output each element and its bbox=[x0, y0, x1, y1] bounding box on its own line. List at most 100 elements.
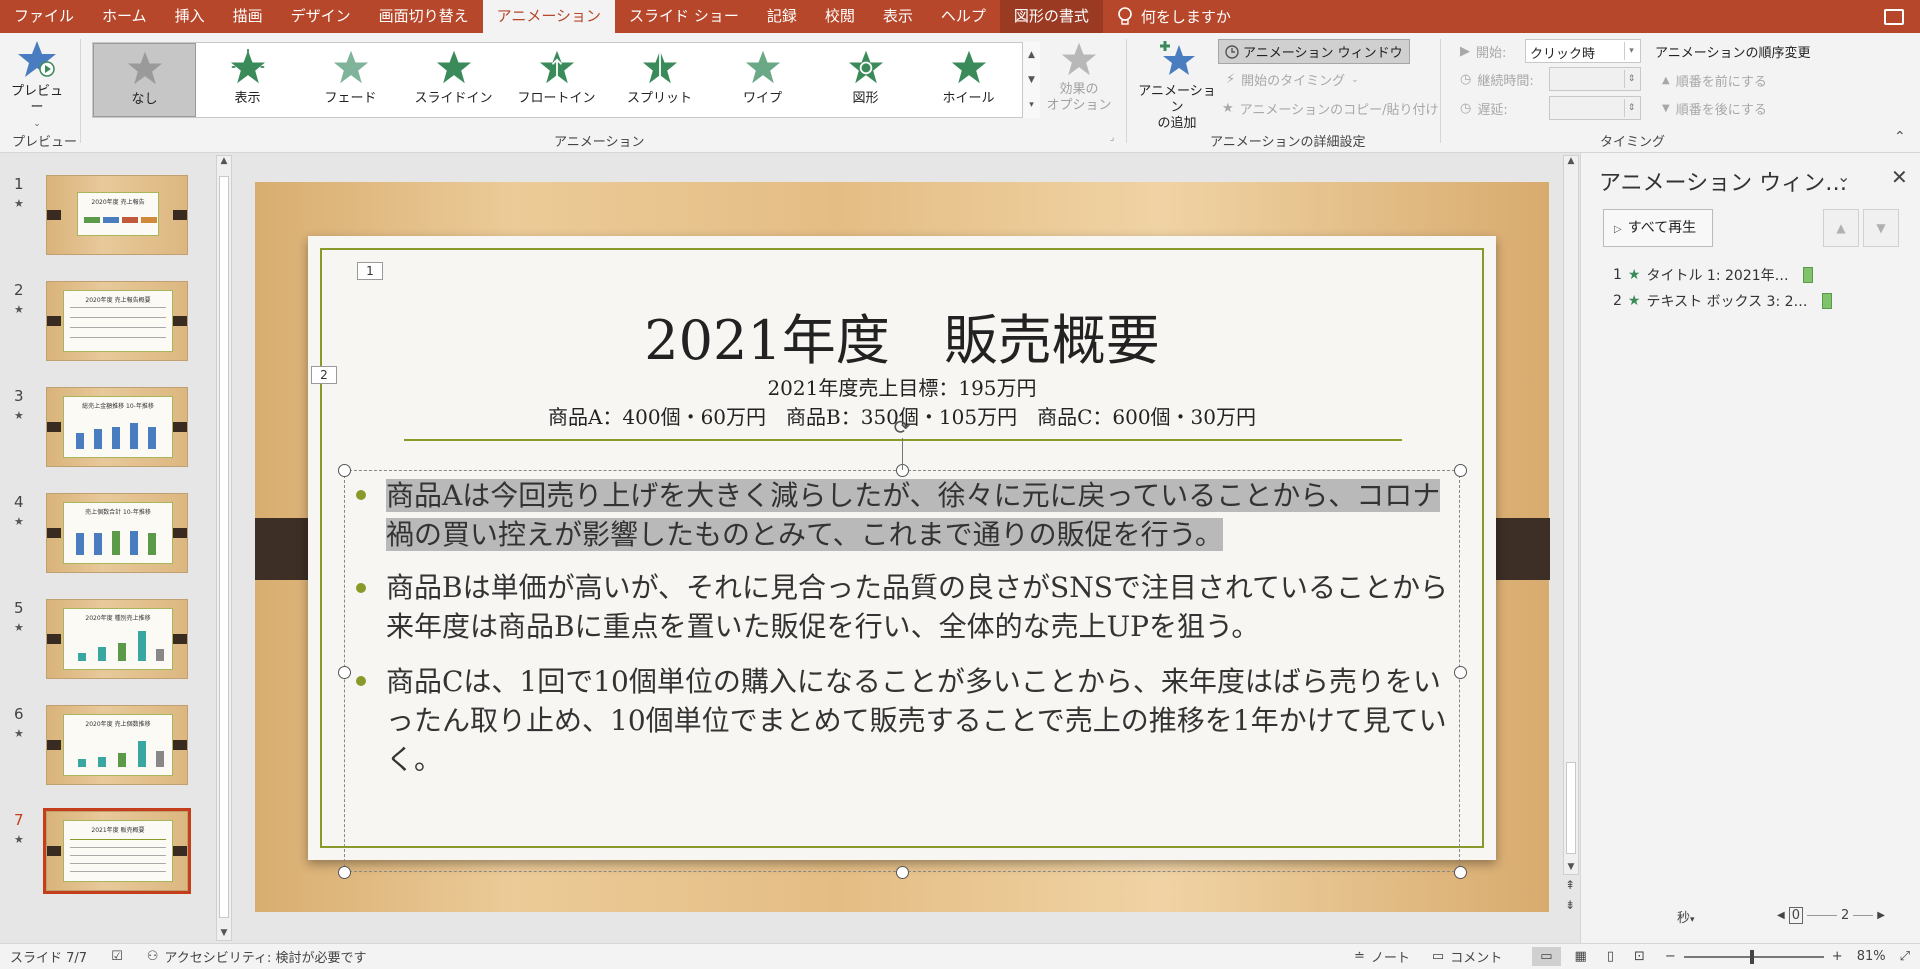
spellcheck-icon[interactable]: ☑ bbox=[111, 949, 123, 964]
slide-sorter-icon[interactable]: ▦ bbox=[1575, 949, 1587, 964]
close-icon[interactable]: ✕ bbox=[1891, 165, 1908, 189]
tab-view[interactable]: 表示 bbox=[869, 0, 927, 33]
tell-me-box[interactable]: 何をしますか bbox=[1103, 6, 1245, 27]
timeline-scale[interactable]: ◀ 0 2 ▶ bbox=[1777, 907, 1885, 924]
tab-record[interactable]: 記録 bbox=[753, 0, 811, 33]
anim-fade[interactable]: フェード bbox=[299, 43, 402, 117]
arrow-up-icon[interactable]: ▲ bbox=[217, 156, 231, 166]
chevron-down-icon: ⌄ bbox=[1351, 74, 1359, 85]
zoom-level[interactable]: 81% bbox=[1857, 949, 1886, 964]
reading-view-icon[interactable]: ▯ bbox=[1607, 949, 1614, 964]
chevron-up-icon[interactable]: ▲ bbox=[1028, 50, 1035, 60]
zoom-out-icon[interactable]: − bbox=[1665, 949, 1676, 964]
tab-home[interactable]: ホーム bbox=[88, 0, 161, 33]
tab-review[interactable]: 校閲 bbox=[811, 0, 869, 33]
trigger-button[interactable]: ⚡ 開始のタイミング ⌄ bbox=[1226, 70, 1359, 89]
arrow-down-icon[interactable]: ▼ bbox=[217, 928, 231, 938]
notes-button[interactable]: ≐ ノート bbox=[1354, 947, 1410, 966]
slide-number: 1 bbox=[14, 175, 24, 193]
slide-thumbnail-4[interactable]: 4 ★ 売上個数合計 10-年推移 bbox=[0, 493, 200, 577]
scrollbar-thumb[interactable] bbox=[1566, 762, 1576, 854]
slide-thumbnail-7[interactable]: 7 ★ 2021年度 販売概要 bbox=[0, 808, 200, 895]
thumbnail-scrollbar[interactable]: ▲ ▼ bbox=[216, 155, 232, 941]
tab-design[interactable]: デザイン bbox=[277, 0, 365, 33]
zoom-in-icon[interactable]: + bbox=[1832, 949, 1843, 964]
rotate-handle-icon[interactable]: ⟳ bbox=[891, 416, 913, 438]
anim-fly-in[interactable]: スライドイン bbox=[402, 43, 505, 117]
slide-scrollbar[interactable]: ▲ ▼ bbox=[1563, 155, 1579, 875]
comments-button[interactable]: ▭ コメント bbox=[1432, 947, 1502, 966]
arrow-left-icon[interactable]: ◀ bbox=[1777, 910, 1785, 921]
animation-group-label: アニメーション bbox=[554, 135, 645, 150]
anim-none[interactable]: なし bbox=[93, 43, 196, 117]
bullet-item-2[interactable]: 商品Bは単価が高いが、それに見合った品質の良さがSNSで注目されていることから来… bbox=[386, 568, 1458, 646]
arrow-down-icon[interactable]: ▼ bbox=[1564, 862, 1578, 872]
anim-float-in[interactable]: フロートイン bbox=[505, 43, 608, 117]
slide-thumbnail-3[interactable]: 3 ★ 総売上金額推移 10-年推移 bbox=[0, 387, 200, 471]
sales-target[interactable]: 2021年度売上目標：195万円 bbox=[320, 372, 1484, 401]
thumb-belt bbox=[47, 422, 61, 432]
seconds-dropdown[interactable]: 秒▾ bbox=[1677, 907, 1695, 926]
move-later-button[interactable]: ▼ 順番を後にする bbox=[1662, 99, 1767, 118]
slideshow-icon[interactable]: ⊡ bbox=[1634, 949, 1645, 964]
add-animation-button[interactable]: アニメーション の追加 bbox=[1132, 39, 1222, 132]
anim-appear[interactable]: 表示 bbox=[196, 43, 299, 117]
tab-insert[interactable]: 挿入 bbox=[161, 0, 219, 33]
scrollbar-thumb[interactable] bbox=[219, 176, 229, 918]
tab-file[interactable]: ファイル bbox=[0, 0, 88, 33]
resize-handle[interactable] bbox=[338, 866, 351, 879]
next-slide-icon[interactable]: ⇟ bbox=[1565, 898, 1575, 912]
tab-animations[interactable]: アニメーション bbox=[482, 0, 616, 33]
tab-transitions[interactable]: 画面切り替え bbox=[365, 0, 483, 33]
bullet-marker bbox=[356, 676, 366, 686]
arrow-right-icon[interactable]: ▶ bbox=[1877, 910, 1885, 921]
bullet-item-3[interactable]: 商品Cは、1回で10個単位の購入になることが多いことから、来年度はばら売りをいっ… bbox=[386, 662, 1458, 779]
slide-thumbnail-1[interactable]: 1 ★ 2020年度 売上報告 bbox=[0, 175, 200, 259]
duration-spinner[interactable]: ⇕ bbox=[1549, 67, 1641, 91]
chevron-down-icon[interactable]: ⌄ bbox=[1837, 167, 1850, 186]
effect-options-button[interactable]: 効果の オプション bbox=[1044, 41, 1114, 114]
gallery-scroll[interactable]: ▲ ▼ ▾ bbox=[1022, 42, 1040, 118]
preview-button[interactable]: プレビュー ⌄ bbox=[6, 39, 68, 129]
zoom-slider-thumb[interactable] bbox=[1749, 949, 1754, 964]
anim-shape[interactable]: 図形 bbox=[814, 43, 917, 117]
resize-handle[interactable] bbox=[338, 464, 351, 477]
move-up-button[interactable]: ▲ bbox=[1823, 209, 1859, 247]
prev-slide-icon[interactable]: ⇞ bbox=[1565, 878, 1575, 892]
normal-view-icon[interactable]: ▭ bbox=[1532, 947, 1561, 966]
arrow-up-icon[interactable]: ▲ bbox=[1564, 156, 1578, 166]
slide-thumbnail-6[interactable]: 6 ★ 2020年度 売上個数推移 bbox=[0, 705, 200, 789]
accessibility-button[interactable]: ⚇ アクセシビリティ: 検討が必要です bbox=[147, 947, 367, 966]
tab-slideshow[interactable]: スライド ショー bbox=[615, 0, 753, 33]
chevron-down-icon[interactable]: ▼ bbox=[1028, 75, 1035, 85]
move-earlier-button[interactable]: ▲ 順番を前にする bbox=[1662, 71, 1767, 90]
gallery-more-icon[interactable]: ▾ bbox=[1029, 100, 1034, 110]
tab-shape-format[interactable]: 図形の書式 bbox=[999, 0, 1103, 33]
resize-handle[interactable] bbox=[896, 866, 909, 879]
resize-handle[interactable] bbox=[1454, 866, 1467, 879]
anim-wheel[interactable]: ホイール bbox=[917, 43, 1020, 117]
collapse-ribbon-icon[interactable]: ⌃ bbox=[1894, 129, 1906, 145]
move-down-button[interactable]: ▼ bbox=[1863, 209, 1899, 247]
fit-to-window-icon[interactable]: ⤢ bbox=[1900, 949, 1910, 964]
tab-draw[interactable]: 描画 bbox=[219, 0, 277, 33]
comments-icon[interactable] bbox=[1884, 8, 1904, 25]
animation-painter-button[interactable]: ★ アニメーションのコピー/貼り付け bbox=[1222, 99, 1439, 118]
bullet-item-1[interactable]: 商品Aは今回売り上げを大きく減らしたが、徐々に元に戻っていることから、コロナ禍の… bbox=[386, 476, 1458, 554]
spinner-icon: ⇕ bbox=[1624, 99, 1638, 117]
slide-thumbnail-2[interactable]: 2 ★ 2020年度 売上報告概要 bbox=[0, 281, 200, 365]
animation-pane-toggle[interactable]: アニメーション ウィンドウ bbox=[1218, 39, 1410, 64]
tab-help[interactable]: ヘルプ bbox=[927, 0, 1000, 33]
animation-list-item[interactable]: 2 ★ テキスト ボックス 3: 2… bbox=[1613, 291, 1832, 311]
zoom-slider[interactable] bbox=[1683, 949, 1824, 964]
slide-title[interactable]: 2021年度 販売概要 bbox=[320, 296, 1484, 375]
slide-thumbnail-5[interactable]: 5 ★ 2020年度 種別売上推移 bbox=[0, 599, 200, 683]
animation-list-item[interactable]: 1 ★ タイトル 1: 2021年… bbox=[1613, 265, 1813, 285]
anim-wipe[interactable]: ワイプ bbox=[711, 43, 814, 117]
play-all-button[interactable]: ▷ すべて再生 bbox=[1603, 209, 1713, 247]
resize-handle[interactable] bbox=[338, 666, 351, 679]
dialog-launcher-icon[interactable]: ⌟ bbox=[1110, 133, 1114, 143]
delay-spinner[interactable]: ⇕ bbox=[1549, 96, 1641, 120]
start-select[interactable]: クリック時 ▾ bbox=[1525, 39, 1641, 63]
anim-split[interactable]: スプリット bbox=[608, 43, 711, 117]
